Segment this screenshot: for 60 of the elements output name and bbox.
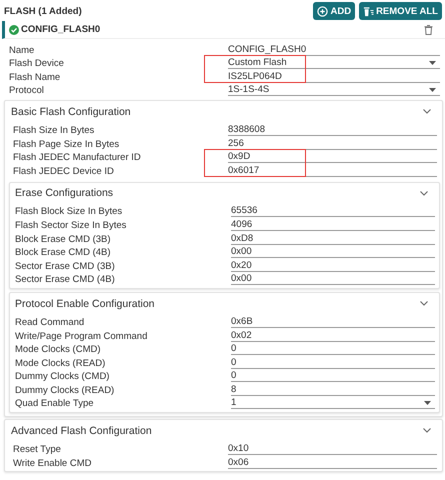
input-field[interactable]: 0x9D: [228, 151, 437, 164]
field-label: Sector Erase CMD (4B): [15, 274, 116, 286]
field-label: Write/Page Program Command: [15, 330, 148, 342]
field-label: Block Erase CMD (4B): [15, 247, 112, 258]
field-label: Mode Clocks (READ): [15, 358, 106, 369]
field-label: Dummy Clocks (READ): [15, 384, 116, 396]
input-field[interactable]: 4096: [231, 218, 435, 231]
add-button[interactable]: ADD: [313, 2, 356, 20]
remove-all-button[interactable]: REMOVE ALL: [359, 2, 442, 20]
input-field[interactable]: 0xD8: [231, 232, 435, 245]
field-label: Flash JEDEC Manufacturer ID: [13, 152, 142, 164]
dropdown-field[interactable]: Custom Flash: [228, 57, 440, 70]
plus-circle-icon: [317, 6, 328, 16]
input-field[interactable]: 8: [231, 384, 435, 396]
field-label: Flash Device: [9, 58, 65, 70]
input-field[interactable]: 0x06: [228, 456, 437, 469]
section-title[interactable]: Basic Flash Configuration: [11, 106, 131, 118]
field-label: Dummy Clocks (CMD): [15, 371, 110, 382]
field-label: Read Command: [15, 316, 86, 328]
field-label: Quad Enable Type: [15, 398, 95, 410]
section-title[interactable]: Advanced Flash Configuration: [11, 424, 152, 437]
field-label: Block Erase CMD (3B): [15, 234, 112, 245]
field-label: Protocol: [9, 85, 45, 96]
dropdown-field[interactable]: 1: [231, 397, 435, 410]
field-label: Flash Sector Size In Bytes: [15, 220, 128, 231]
input-field[interactable]: 0x10: [228, 443, 437, 456]
input-field[interactable]: 0: [231, 370, 435, 382]
field-label: Name: [9, 44, 36, 56]
dropdown-field[interactable]: 1S-1S-4S: [228, 84, 440, 96]
field-label: Reset Type: [13, 444, 62, 456]
input-field[interactable]: 0x02: [231, 330, 435, 342]
field-label: Flash Page Size In Bytes: [13, 138, 120, 150]
field-label: Mode Clocks (CMD): [15, 344, 102, 356]
field-label: Flash Size In Bytes: [13, 124, 96, 136]
field-label: Write Enable CMD: [13, 458, 92, 469]
input-field[interactable]: 0x00: [231, 273, 435, 286]
section-title[interactable]: Protocol Enable Configuration: [15, 298, 155, 310]
input-field[interactable]: 256: [228, 138, 437, 150]
field-label: Flash Block Size In Bytes: [15, 206, 124, 218]
trash-icon: [424, 24, 433, 34]
input-field[interactable]: 0x20: [231, 260, 435, 272]
input-field[interactable]: IS25LP064D: [228, 70, 440, 83]
input-field[interactable]: CONFIG_FLASH0: [228, 44, 440, 56]
input-field[interactable]: 0x00: [231, 246, 435, 258]
input-field[interactable]: 65536: [231, 205, 435, 218]
field-label: Flash Name: [9, 72, 62, 83]
input-field[interactable]: 0x6017: [228, 164, 437, 177]
input-field[interactable]: 8388608: [228, 124, 437, 136]
input-field[interactable]: 0: [231, 343, 435, 356]
field-label: Flash JEDEC Device ID: [13, 166, 115, 177]
panel-title: FLASH (1 Added): [4, 6, 82, 16]
instance-title[interactable]: CONFIG_FLASH0: [21, 24, 424, 35]
trash-icon: [363, 6, 374, 16]
caret-icon: [429, 88, 436, 92]
input-field[interactable]: 0: [231, 356, 435, 369]
field-label: Sector Erase CMD (3B): [15, 260, 116, 272]
input-field[interactable]: 0x6B: [231, 316, 435, 328]
section-title[interactable]: Erase Configurations: [15, 187, 114, 200]
caret-icon: [424, 401, 431, 406]
caret-icon: [429, 61, 436, 66]
